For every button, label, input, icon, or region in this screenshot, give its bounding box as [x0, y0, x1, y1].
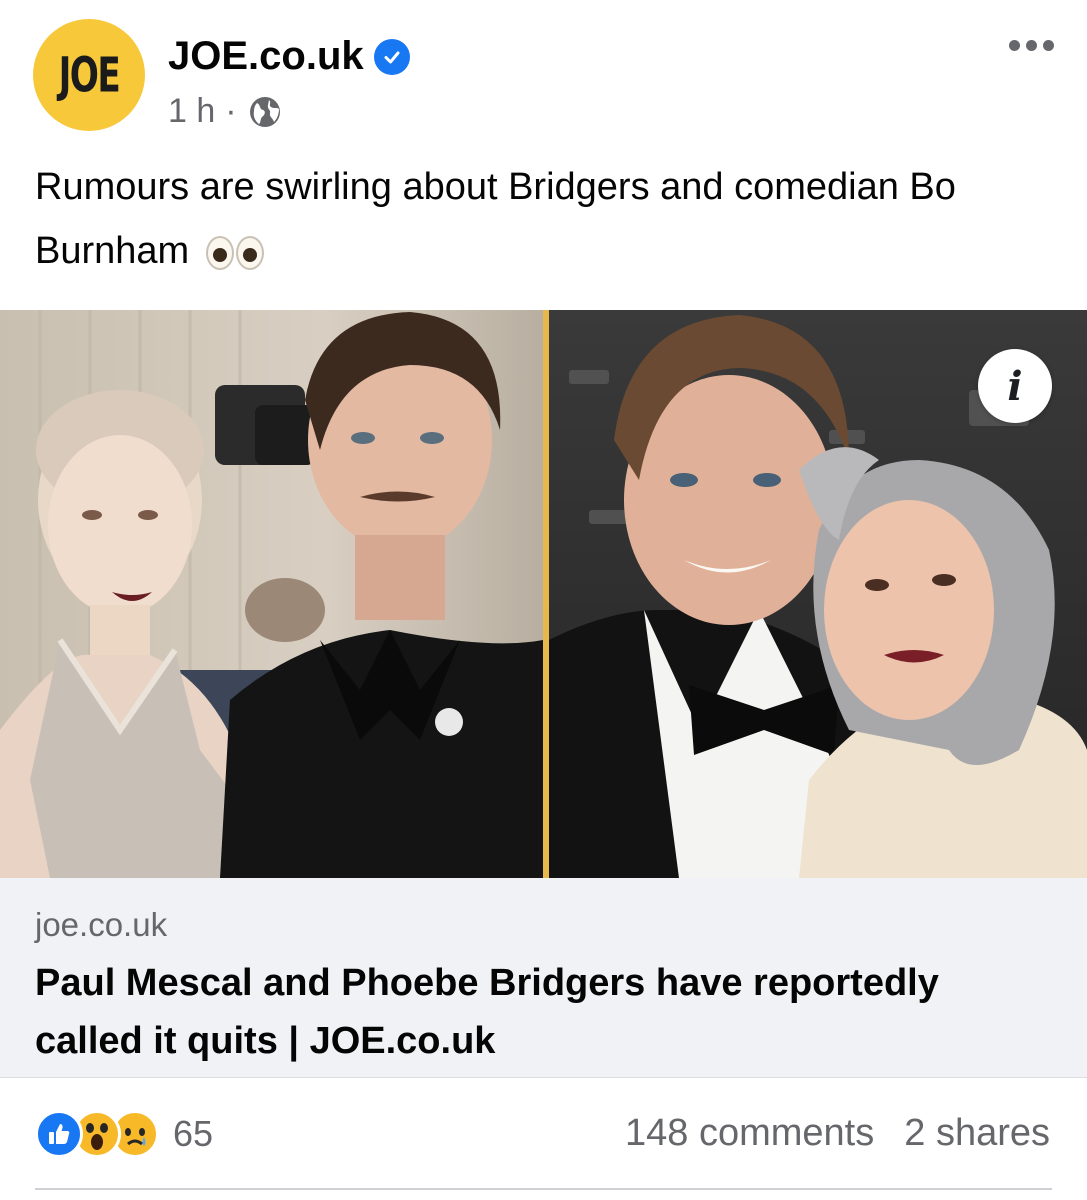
info-icon[interactable]: i — [978, 349, 1052, 423]
page-avatar[interactable]: JOE — [33, 19, 145, 131]
reaction-count: 65 — [173, 1113, 214, 1154]
post-time[interactable]: 1 h — [168, 92, 215, 131]
more-dot — [1026, 40, 1037, 51]
comments-count[interactable]: 148 comments — [625, 1112, 874, 1155]
link-preview-box[interactable]: joe.co.uk Paul Mescal and Phoebe Bridger… — [0, 878, 1087, 1078]
more-dot — [1009, 40, 1020, 51]
photo-left — [0, 310, 543, 878]
divider — [35, 1188, 1052, 1190]
meta-separator: · — [225, 92, 237, 130]
eyes-icon — [205, 235, 264, 270]
facebook-post: JOE JOE.co.uk 1 h · Rumours are swirling… — [0, 0, 1087, 1200]
shares-count[interactable]: 2 shares — [904, 1112, 1050, 1155]
page-name[interactable]: JOE.co.uk — [168, 34, 364, 79]
eye-right — [235, 235, 264, 270]
link-preview-image[interactable]: i — [0, 310, 1087, 878]
more-dot — [1043, 40, 1054, 51]
engagement-counts: 148 comments 2 shares — [625, 1112, 1050, 1155]
reaction-summary[interactable]: 65 — [35, 1110, 213, 1158]
post-meta: 1 h · — [168, 92, 283, 131]
link-title: Paul Mescal and Phoebe Bridgers have rep… — [35, 962, 939, 1062]
post-text: Rumours are swirling about Bridgers and … — [35, 155, 1045, 283]
like-icon — [35, 1110, 83, 1158]
page-name-row: JOE.co.uk — [168, 34, 410, 79]
verified-icon — [373, 38, 410, 75]
post-message: Rumours are swirling about Bridgers and … — [35, 166, 956, 272]
eye-left — [205, 235, 234, 270]
link-domain: joe.co.uk — [35, 906, 168, 943]
globe-icon — [247, 94, 283, 130]
avatar-logo-text: JOE — [58, 46, 121, 104]
more-options-icon[interactable] — [1009, 40, 1054, 51]
